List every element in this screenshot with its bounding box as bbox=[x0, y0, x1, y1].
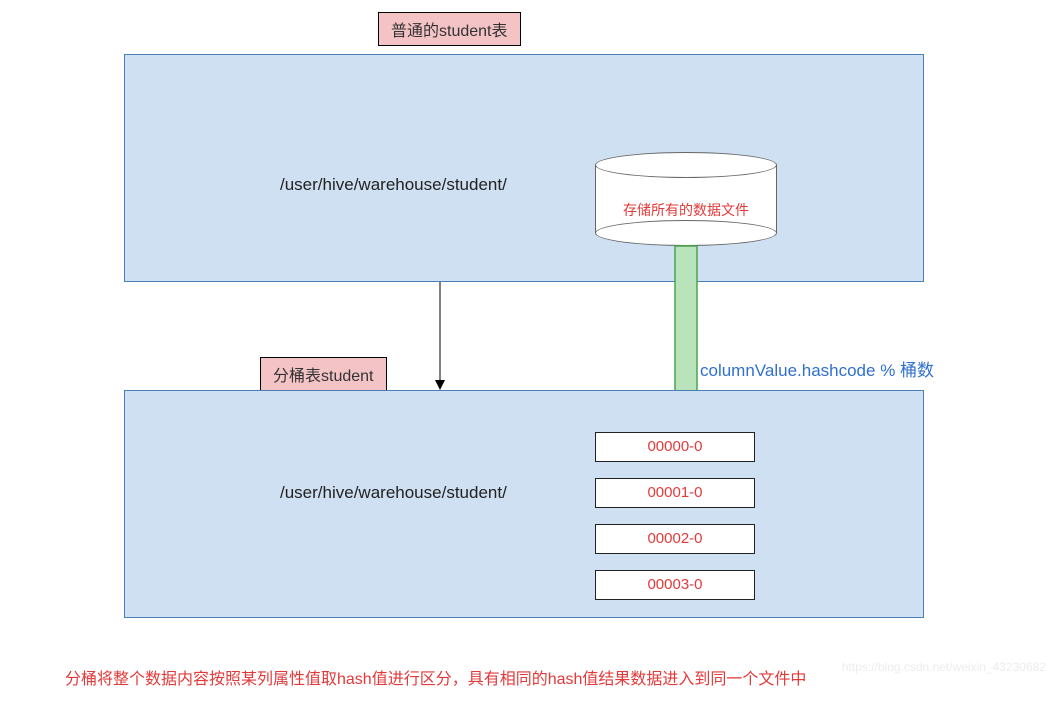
hash-formula-label: columnValue.hashcode % 桶数 bbox=[700, 356, 934, 381]
bucket-file-1: 00001-0 bbox=[595, 478, 755, 508]
normal-table-box bbox=[124, 54, 924, 282]
cylinder-label: 存储所有的数据文件 bbox=[595, 200, 777, 220]
normal-table-path: /user/hive/warehouse/student/ bbox=[280, 175, 507, 195]
bucket-file-2: 00002-0 bbox=[595, 524, 755, 554]
storage-cylinder-icon: 存储所有的数据文件 bbox=[595, 152, 777, 246]
bucket-file-3: 00003-0 bbox=[595, 570, 755, 600]
top-title-label: 普通的student表 bbox=[378, 12, 521, 46]
thin-arrow-icon bbox=[430, 282, 450, 392]
bucket-table-path: /user/hive/warehouse/student/ bbox=[280, 483, 507, 503]
bucket-table-box bbox=[124, 390, 924, 618]
bucket-file-0: 00000-0 bbox=[595, 432, 755, 462]
bottom-description: 分桶将整个数据内容按照某列属性值取hash值进行区分，具有相同的hash值结果数… bbox=[65, 665, 806, 689]
bucket-table-title-label: 分桶表student bbox=[260, 357, 387, 391]
watermark-label: https://blog.csdn.net/weixin_43230682 bbox=[842, 660, 1046, 674]
